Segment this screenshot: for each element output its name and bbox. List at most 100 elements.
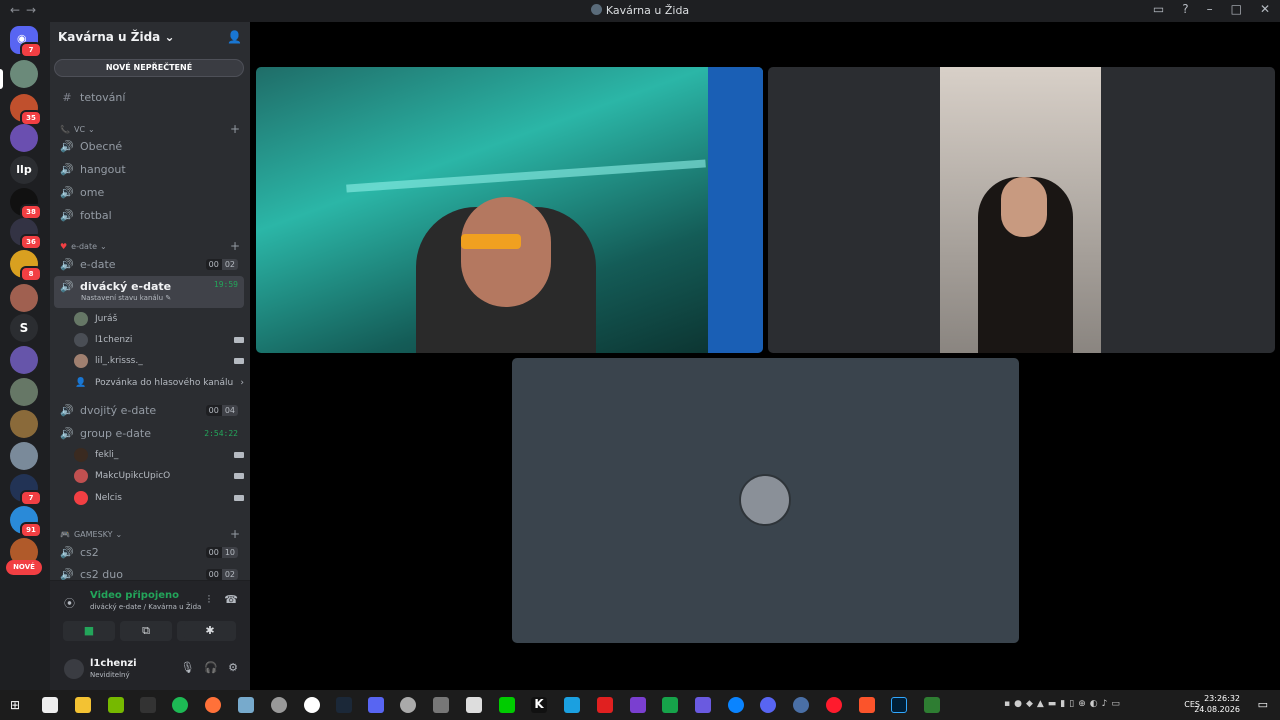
soundboard-button[interactable]: ✱ — [184, 621, 236, 641]
minimize-button[interactable]: – — [1207, 2, 1213, 16]
signal-icon[interactable]: ⦿ — [64, 595, 75, 611]
inbox-icon[interactable]: ▭ — [1153, 2, 1164, 16]
channel-obecne[interactable]: 🔊 Obecné — [54, 135, 244, 157]
video-tile-1[interactable] — [256, 67, 763, 353]
disconnect-icon[interactable]: ☎ — [224, 593, 238, 607]
screen-share-icon: ⧉ — [142, 624, 150, 637]
system-tray-icons[interactable]: ▪●◆▲▬▮▯⊕◐♪▭ — [1004, 699, 1124, 709]
home-button[interactable]: ◉ 7 — [10, 26, 42, 58]
calculator-icon[interactable] — [433, 697, 449, 713]
channel-ome[interactable]: 🔊 ome — [54, 181, 244, 203]
server-icon-2[interactable]: 35 — [10, 94, 42, 126]
unread-banner[interactable]: NOVÉ NEPŘEČTENÉ — [54, 59, 244, 77]
voice-user[interactable]: Nelcis — [74, 488, 244, 508]
server-icon-7[interactable]: 8 — [10, 250, 42, 282]
server-icon-5[interactable]: 38 — [10, 188, 42, 220]
camera-button[interactable]: ■ — [63, 621, 115, 641]
noise-suppression-icon[interactable]: ⫶ — [208, 593, 211, 607]
category-vc[interactable]: 📞 VC ⌄ + — [60, 122, 240, 136]
microphone-icon[interactable]: 🎙 — [180, 661, 194, 674]
vpn-icon[interactable] — [695, 697, 711, 713]
notification-icon[interactable]: ▭ — [1258, 698, 1268, 711]
app-icon[interactable] — [597, 697, 613, 713]
server-icon-1[interactable] — [10, 60, 38, 88]
voice-status[interactable]: Video připojeno — [90, 590, 179, 601]
app-icon[interactable] — [238, 697, 254, 713]
server-icon-10[interactable] — [10, 346, 38, 374]
spotify-icon[interactable] — [172, 697, 188, 713]
voice-user[interactable]: MakcUpikcUpicO — [74, 466, 244, 486]
app-icon[interactable] — [271, 697, 287, 713]
kick-icon[interactable]: K — [531, 697, 547, 713]
new-unread-pill[interactable]: NOVÉ — [6, 560, 42, 575]
nvidia-icon[interactable] — [108, 697, 124, 713]
channel-cs2[interactable]: 🔊 cs2 00 10 — [54, 541, 244, 563]
add-member-icon[interactable]: 👤 — [227, 30, 242, 44]
shield-icon[interactable] — [42, 697, 58, 713]
close-button[interactable]: ✕ — [1260, 2, 1270, 16]
app-icon[interactable] — [564, 697, 580, 713]
clock-icon[interactable] — [304, 697, 320, 713]
user-limit-badge: 00 02 — [205, 568, 238, 580]
server-icon-llp[interactable]: llp — [10, 156, 38, 184]
server-icon-13[interactable] — [10, 442, 38, 470]
category-gamesky[interactable]: 🎮 GAMESKY ⌄ + — [60, 527, 240, 541]
discord-taskbar-icon[interactable] — [760, 697, 776, 713]
voice-user[interactable]: l1chenzi — [74, 330, 244, 350]
photoshop-icon[interactable] — [891, 697, 907, 713]
steam-icon[interactable] — [336, 697, 352, 713]
server-icon-11[interactable] — [10, 378, 38, 406]
opera-icon[interactable] — [826, 697, 842, 713]
video-tile-2[interactable] — [768, 67, 1275, 353]
channel-dvojity-edate[interactable]: 🔊 dvojitý e-date 00 04 — [54, 399, 244, 421]
channel-label: divácký e-date — [80, 280, 172, 293]
voice-user[interactable]: Juráš — [74, 309, 244, 329]
channel-fotbal[interactable]: 🔊 fotbal — [54, 204, 244, 226]
firefox-icon[interactable] — [205, 697, 221, 713]
voice-user[interactable]: fekli_ — [74, 445, 244, 465]
app-icon[interactable] — [728, 697, 744, 713]
add-channel-icon[interactable]: + — [230, 122, 240, 136]
voice-user[interactable]: lil_.krisss._ — [74, 351, 244, 371]
channel-divacky-edate[interactable]: 🔊 divácký e-date 19:59 Nastavení stavu kaná… — [54, 276, 244, 308]
server-icon-6[interactable]: 36 — [10, 218, 42, 250]
username[interactable]: l1chenzi — [90, 658, 137, 669]
app-icon[interactable] — [630, 697, 646, 713]
monitor-icon[interactable] — [368, 697, 384, 713]
maximize-button[interactable]: □ — [1231, 2, 1242, 16]
channel-edate[interactable]: 🔊 e-date 00 02 — [54, 253, 244, 275]
avatar[interactable] — [64, 659, 84, 679]
app-icon[interactable] — [662, 697, 678, 713]
obs-icon[interactable] — [400, 697, 416, 713]
add-channel-icon[interactable]: + — [230, 239, 240, 253]
channel-status[interactable]: Nastavení stavu kanálu ✎ — [81, 294, 171, 302]
clock[interactable]: 23:26:32 24.08.2026 — [1194, 693, 1240, 715]
server-icon-s[interactable]: S — [10, 314, 38, 342]
server-icon-8[interactable] — [10, 284, 38, 312]
invite-to-voice[interactable]: 👤 Pozvánka do hlasového kanálu › — [74, 373, 244, 393]
headphones-icon[interactable]: 🎧 — [204, 661, 218, 674]
gear-icon[interactable]: ⚙ — [228, 661, 238, 674]
app-icon[interactable] — [793, 697, 809, 713]
folder-icon[interactable] — [75, 697, 91, 713]
category-edate[interactable]: ♥ e-date ⌄ + — [60, 239, 240, 253]
server-icon-3[interactable] — [10, 124, 38, 152]
screen-share-button[interactable]: ⧉ — [120, 621, 172, 641]
brave-icon[interactable] — [859, 697, 875, 713]
voice-channel-path[interactable]: divácký e-date / Kavárna u Žida — [90, 603, 201, 611]
app-icon[interactable] — [924, 697, 940, 713]
channel-group-edate[interactable]: 🔊 group e-date 2:54:22 — [54, 422, 244, 444]
guild-header[interactable]: Kavárna u Žida ⌄ 👤 — [50, 22, 250, 54]
channel-hangout[interactable]: 🔊 hangout — [54, 158, 244, 180]
server-icon-15[interactable]: 91 — [10, 506, 42, 538]
video-tile-3[interactable] — [512, 358, 1019, 643]
add-channel-icon[interactable]: + — [230, 527, 240, 541]
server-icon-12[interactable] — [10, 410, 38, 438]
app-icon[interactable] — [499, 697, 515, 713]
help-icon[interactable]: ? — [1182, 2, 1188, 16]
terminal-icon[interactable] — [140, 697, 156, 713]
channel-tetovani[interactable]: # tetování — [54, 86, 244, 108]
server-icon-14[interactable]: 7 — [10, 474, 42, 506]
windows-start-icon[interactable]: ⊞ — [10, 698, 20, 712]
app-icon[interactable] — [466, 697, 482, 713]
